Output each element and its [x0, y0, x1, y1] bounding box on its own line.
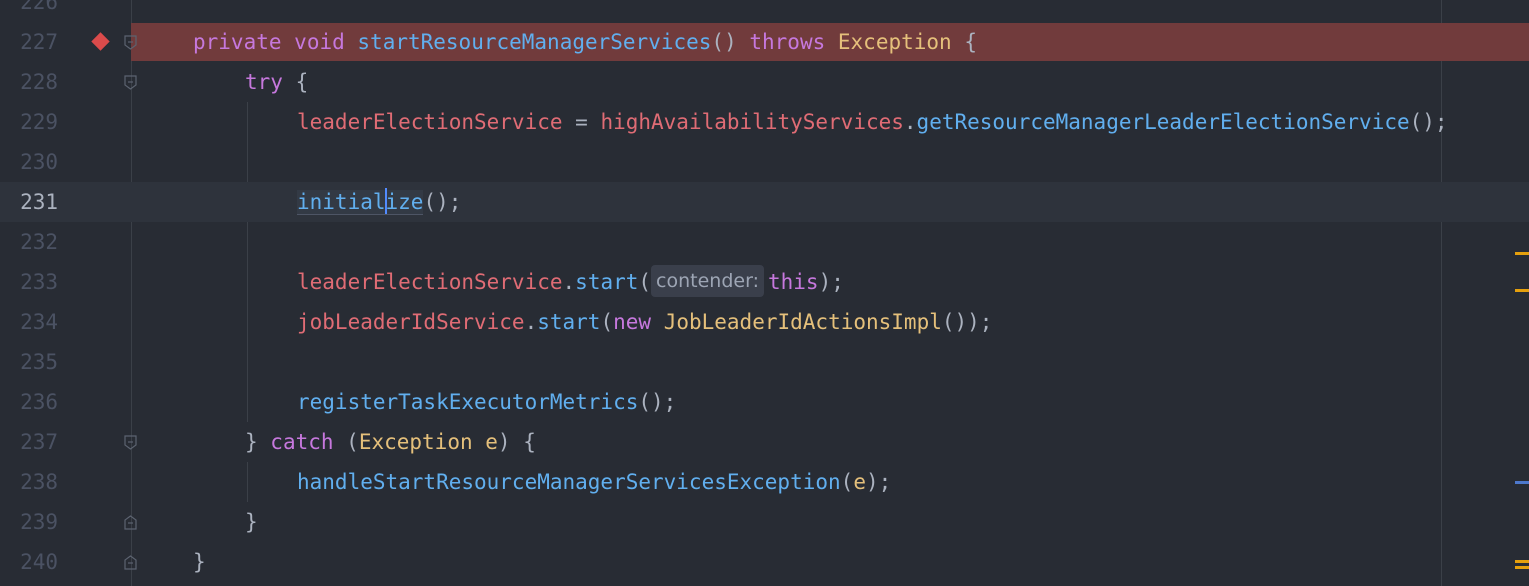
code-text[interactable]: jobLeaderIdService.start(new JobLeaderId…	[297, 302, 992, 342]
keyword: void	[294, 30, 345, 54]
punctuation: .	[524, 310, 538, 334]
punctuation: );	[818, 270, 844, 294]
punctuation: (	[600, 310, 614, 334]
parameter-name: e	[485, 430, 498, 454]
code-text[interactable]: } catch (Exception e) {	[245, 422, 536, 462]
field-name: leaderElectionService	[297, 270, 563, 294]
type-name: JobLeaderIdActionsImpl	[663, 310, 942, 334]
line-number[interactable]: 231	[0, 182, 58, 222]
keyword: private	[193, 30, 282, 54]
code-text[interactable]: private void startResourceManagerService…	[193, 22, 977, 62]
method-name: start	[537, 310, 601, 334]
punctuation: );	[865, 470, 892, 494]
punctuation: (	[840, 470, 854, 494]
warning-stripe-marker[interactable]	[1515, 566, 1529, 569]
punctuation: ();	[638, 390, 677, 414]
punctuation: .	[903, 110, 917, 134]
parameter-hint: contender:	[651, 265, 764, 297]
method-name-highlighted: initialize	[297, 188, 424, 215]
punctuation: ();	[1409, 110, 1448, 134]
warning-stripe-marker[interactable]	[1515, 252, 1529, 255]
line-number[interactable]: 236	[0, 382, 58, 422]
line-number[interactable]: 238	[0, 462, 58, 502]
keyword: this	[767, 270, 819, 294]
code-line[interactable]: 230	[0, 142, 1529, 182]
field-name: highAvailabilityServices	[600, 110, 904, 134]
method-name: handleStartResourceManagerServicesExcept…	[297, 470, 841, 494]
code-line[interactable]: 235	[0, 342, 1529, 382]
code-text[interactable]: }	[245, 502, 258, 542]
code-text[interactable]: handleStartResourceManagerServicesExcept…	[297, 462, 891, 502]
current-line-highlight	[0, 182, 1529, 222]
code-text[interactable]: leaderElectionService = highAvailability…	[297, 102, 1448, 142]
warning-stripe-marker[interactable]	[1515, 289, 1529, 292]
type-name: Exception	[358, 430, 473, 454]
punctuation: .	[562, 270, 576, 294]
code-text[interactable]: }	[193, 542, 206, 582]
line-number[interactable]: 234	[0, 302, 58, 342]
code-line[interactable]: 234 jobLeaderIdService.start(new JobLead…	[0, 302, 1529, 342]
line-number[interactable]: 228	[0, 62, 58, 102]
method-name: getResourceManagerLeaderElectionService	[916, 110, 1410, 134]
punctuation: ) {	[497, 430, 536, 454]
info-stripe-marker[interactable]	[1515, 481, 1529, 484]
line-number[interactable]: 235	[0, 342, 58, 382]
code-text[interactable]: registerTaskExecutorMetrics();	[297, 382, 676, 422]
warning-stripe-marker[interactable]	[1515, 560, 1529, 563]
operator: =	[562, 110, 601, 134]
code-line[interactable]: 239 }	[0, 502, 1529, 542]
keyword: try	[245, 70, 283, 94]
line-number[interactable]: 229	[0, 102, 58, 142]
fold-open-icon[interactable]	[124, 75, 137, 90]
code-line[interactable]: 236 registerTaskExecutorMetrics();	[0, 382, 1529, 422]
code-line-current[interactable]: 231 initialize();	[0, 182, 1529, 222]
punctuation: ());	[941, 310, 993, 334]
line-number[interactable]: 226	[0, 0, 58, 22]
punctuation: (	[638, 270, 652, 294]
fold-close-icon[interactable]	[124, 555, 137, 570]
code-line[interactable]: 228 try {	[0, 62, 1529, 102]
keyword: catch	[270, 430, 334, 454]
line-number[interactable]: 230	[0, 142, 58, 182]
code-line[interactable]: 232	[0, 222, 1529, 262]
punctuation: (	[333, 430, 359, 454]
keyword: throws	[749, 30, 826, 54]
punctuation: }	[193, 550, 206, 574]
fold-open-icon[interactable]	[124, 435, 137, 450]
code-text[interactable]: leaderElectionService.start(contender: th…	[297, 262, 844, 302]
method-name: start	[575, 270, 639, 294]
line-number[interactable]: 233	[0, 262, 58, 302]
fold-open-icon[interactable]	[124, 35, 137, 50]
field-name: leaderElectionService	[297, 110, 563, 134]
line-number[interactable]: 239	[0, 502, 58, 542]
code-line[interactable]: 240 }	[0, 542, 1529, 582]
punctuation: ()	[711, 30, 737, 54]
breakpoint-icon[interactable]	[91, 32, 110, 51]
punctuation: }	[245, 430, 271, 454]
code-editor[interactable]: 226 227 private void startResourceManage…	[0, 0, 1529, 586]
field-name: jobLeaderIdService	[297, 310, 525, 334]
type-name: Exception	[837, 30, 952, 54]
parameter-name: e	[853, 470, 866, 494]
line-number[interactable]: 232	[0, 222, 58, 262]
keyword: new	[613, 310, 652, 334]
punctuation: {	[295, 70, 309, 94]
code-line[interactable]: 229 leaderElectionService = highAvailabi…	[0, 102, 1529, 142]
code-text[interactable]: initialize();	[297, 182, 461, 222]
punctuation: }	[245, 510, 258, 534]
code-text[interactable]: try {	[245, 62, 308, 102]
method-name: startResourceManagerServices	[357, 30, 712, 54]
method-name: registerTaskExecutorMetrics	[297, 390, 639, 414]
code-line[interactable]: 237 } catch (Exception e) {	[0, 422, 1529, 462]
line-number[interactable]: 227	[0, 22, 58, 62]
code-line[interactable]: 226	[0, 0, 1529, 22]
code-line[interactable]: 238 handleStartResourceManagerServicesEx…	[0, 462, 1529, 502]
line-number[interactable]: 240	[0, 542, 58, 582]
punctuation: ();	[423, 190, 462, 214]
line-number[interactable]: 237	[0, 422, 58, 462]
code-line[interactable]: 233 leaderElectionService.start(contende…	[0, 262, 1529, 302]
fold-close-icon[interactable]	[124, 515, 137, 530]
punctuation: {	[964, 30, 977, 54]
code-line-breakpoint[interactable]: 227 private void startResourceManagerSer…	[0, 22, 1529, 62]
